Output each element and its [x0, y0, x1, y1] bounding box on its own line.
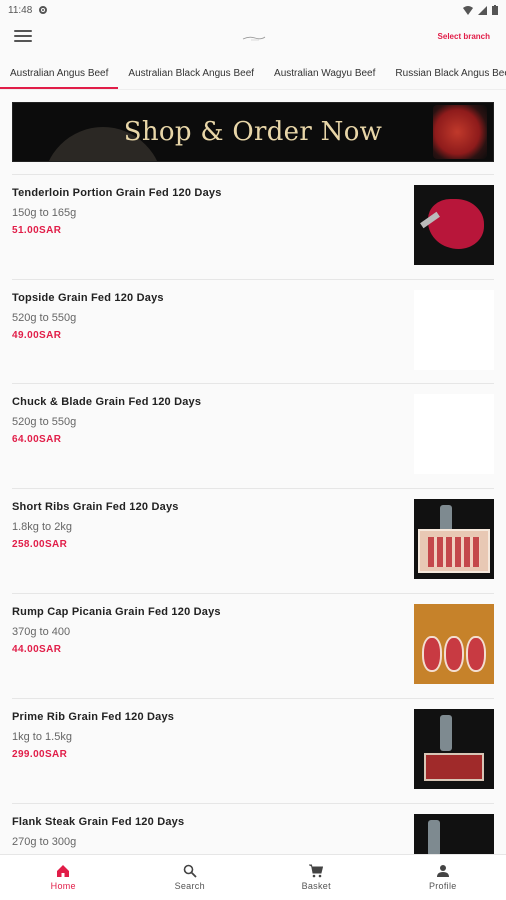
product-image — [414, 814, 494, 854]
battery-icon — [492, 5, 498, 15]
product-image — [414, 499, 494, 579]
tab-australian-black-angus-beef[interactable]: Australian Black Angus Beef — [118, 60, 264, 89]
home-icon — [57, 865, 70, 877]
product-price: 44.00SAR — [12, 644, 62, 655]
select-branch-link[interactable]: Select branch — [438, 32, 490, 41]
list-item[interactable]: Short Ribs Grain Fed 120 Days 1.8kg to 2… — [12, 488, 494, 592]
product-price: 64.00SAR — [12, 434, 62, 445]
search-icon — [183, 864, 197, 878]
cart-icon — [309, 864, 324, 878]
product-image — [414, 604, 494, 684]
category-tabs: Australian Angus Beef Australian Black A… — [0, 60, 506, 90]
product-weight: 520g to 550g — [12, 416, 77, 428]
nav-basket-label: Basket — [301, 881, 331, 891]
product-name: Tenderloin Portion Grain Fed 120 Days — [12, 187, 222, 199]
bottom-navigation: Home Search Basket Profile — [0, 854, 506, 900]
app-screen: 11:48 Select branch Australian Angus Bee… — [0, 0, 506, 900]
product-name: Rump Cap Picania Grain Fed 120 Days — [12, 606, 221, 618]
banner-steak-image — [433, 105, 487, 159]
product-image — [414, 290, 494, 370]
nav-home[interactable]: Home — [0, 855, 127, 900]
product-image — [414, 185, 494, 265]
nav-search[interactable]: Search — [127, 855, 254, 900]
product-list: Shop & Order Now Tenderloin Portion Grai… — [0, 92, 506, 854]
product-weight: 270g to 300g — [12, 836, 77, 848]
product-name: Topside Grain Fed 120 Days — [12, 292, 164, 304]
promo-banner[interactable]: Shop & Order Now — [12, 102, 494, 162]
list-item[interactable]: Chuck & Blade Grain Fed 120 Days 520g to… — [12, 383, 494, 487]
product-name: Short Ribs Grain Fed 120 Days — [12, 501, 179, 513]
signal-icon — [478, 5, 487, 15]
product-weight: 520g to 550g — [12, 312, 77, 324]
product-price: 258.00SAR — [12, 539, 68, 550]
product-name: Prime Rib Grain Fed 120 Days — [12, 711, 175, 723]
product-name: Flank Steak Grain Fed 120 Days — [12, 816, 185, 828]
list-item[interactable]: Prime Rib Grain Fed 120 Days 1kg to 1.5k… — [12, 698, 494, 802]
product-price: 51.00SAR — [12, 225, 62, 236]
product-weight: 150g to 165g — [12, 207, 77, 219]
list-item[interactable]: Tenderloin Portion Grain Fed 120 Days 15… — [12, 174, 494, 278]
nav-basket[interactable]: Basket — [253, 855, 380, 900]
nav-home-label: Home — [50, 881, 76, 891]
product-name: Chuck & Blade Grain Fed 120 Days — [12, 396, 202, 408]
product-image — [414, 394, 494, 474]
list-item[interactable]: Flank Steak Grain Fed 120 Days 270g to 3… — [12, 803, 494, 854]
tab-australian-angus-beef[interactable]: Australian Angus Beef — [0, 60, 119, 89]
product-weight: 1.8kg to 2kg — [12, 521, 72, 533]
tab-russian-black-angus-beef[interactable]: Russian Black Angus Beef — [385, 60, 506, 89]
status-time: 11:48 — [8, 4, 33, 16]
brand-logo — [242, 36, 266, 41]
wifi-icon — [463, 5, 473, 15]
app-bar: Select branch — [0, 22, 506, 52]
nav-search-label: Search — [174, 881, 205, 891]
status-bar: 11:48 — [0, 0, 506, 20]
gear-icon — [39, 6, 48, 14]
list-item[interactable]: Topside Grain Fed 120 Days 520g to 550g … — [12, 279, 494, 383]
person-icon — [436, 865, 449, 877]
banner-title: Shop & Order Now — [123, 117, 383, 147]
tab-australian-wagyu-beef[interactable]: Australian Wagyu Beef — [264, 60, 385, 89]
product-image — [414, 709, 494, 789]
product-weight: 1kg to 1.5kg — [12, 731, 72, 743]
status-right — [463, 5, 498, 15]
nav-profile[interactable]: Profile — [380, 855, 506, 900]
nav-profile-label: Profile — [428, 881, 457, 891]
product-price: 299.00SAR — [12, 749, 68, 760]
product-weight: 370g to 400 — [12, 626, 71, 638]
menu-icon[interactable] — [14, 28, 32, 44]
product-price: 49.00SAR — [12, 330, 62, 341]
list-item[interactable]: Rump Cap Picania Grain Fed 120 Days 370g… — [12, 593, 494, 697]
